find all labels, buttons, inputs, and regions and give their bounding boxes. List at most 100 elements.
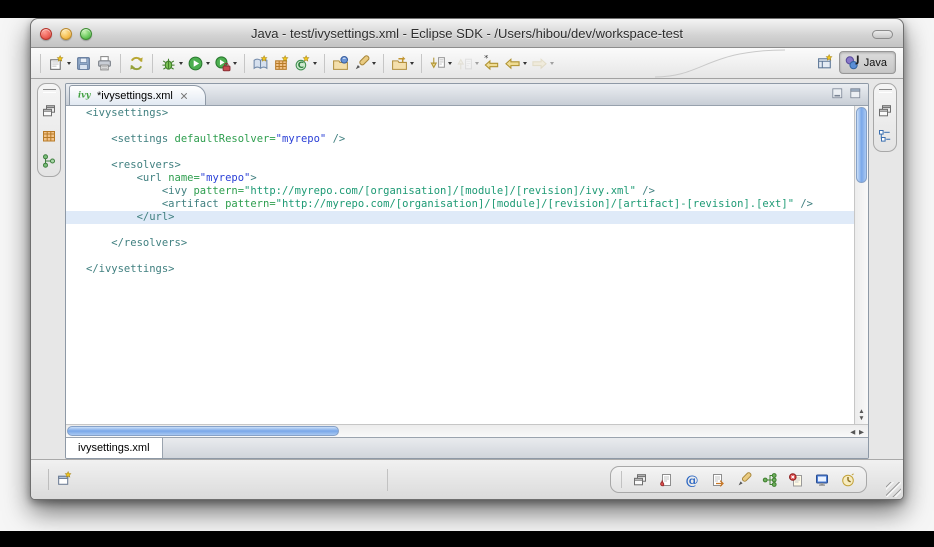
restore-windows-icon[interactable] [41,103,57,119]
svg-text:@: @ [686,473,699,488]
editor-tab[interactable]: ivy *ivysettings.xml [69,85,206,105]
fastview-drag-handle[interactable] [879,89,892,93]
dropdown-arrow-icon[interactable] [206,62,210,65]
editor-minmax-buttons [832,88,863,101]
dropdown-arrow-icon[interactable] [67,62,71,65]
dropdown-arrow-icon[interactable] [523,62,527,65]
java-perspective-button[interactable]: J Java [839,51,896,74]
vertical-scrollbar-thumb[interactable] [856,107,867,183]
status-separator [48,469,49,490]
dropdown-arrow-icon[interactable] [550,62,554,65]
open-perspective-button[interactable] [817,54,834,71]
new-java-project-button[interactable] [250,53,271,74]
desktop-bottom-band [0,531,934,547]
import-button[interactable] [389,53,416,74]
new-java-class-button[interactable]: C [292,53,319,74]
dropdown-arrow-icon[interactable] [410,62,414,65]
minimize-editor-button[interactable] [832,88,845,101]
synchronize-icon[interactable] [762,472,778,488]
dropdown-arrow-icon[interactable] [475,62,479,65]
title-bar[interactable]: Java - test/ivysettings.xml - Eclipse SD… [31,19,903,48]
grid-view-icon[interactable] [41,128,57,144]
error-log-icon[interactable] [788,472,804,488]
forward-button[interactable] [529,53,556,74]
main-toolbar: C* J Java [31,48,903,79]
print-button[interactable] [94,53,115,74]
dropdown-arrow-icon[interactable] [313,62,317,65]
svg-text:ivy: ivy [78,90,92,100]
minimize-window-button[interactable] [60,28,72,40]
close-window-button[interactable] [40,28,52,40]
right-fastview-tray [873,83,897,152]
code-line [66,250,854,263]
outline-view-icon[interactable] [877,128,893,144]
perspective-switcher: J Java [817,51,896,74]
zoom-window-button[interactable] [80,28,92,40]
vertical-scrollbar-arrows[interactable]: ▲▼ [855,409,868,422]
dropdown-arrow-icon[interactable] [372,62,376,65]
code-line: <resolvers> [66,159,854,172]
editor-tab-bar: ivy *ivysettings.xml [66,84,868,106]
problems-icon[interactable] [658,472,674,488]
status-bar: @ [31,459,903,499]
toolbar-separator [120,54,121,73]
declaration-icon[interactable] [710,472,726,488]
save-button[interactable] [73,53,94,74]
toolbar-toggle-capsule[interactable] [872,30,893,39]
run-button[interactable] [185,53,212,74]
horizontal-scrollbar-arrows[interactable]: ◀ ▶ [850,428,865,436]
right-fastview-bar [872,83,898,459]
search-icon[interactable] [736,472,752,488]
new-java-package-button[interactable] [271,53,292,74]
toolbar-separator [244,54,245,73]
toolbar-separator [152,54,153,73]
status-separator [387,469,388,491]
horizontal-scrollbar-thumb[interactable] [67,426,339,436]
xml-source-editor[interactable]: <ivysettings> <settings defaultResolver=… [66,106,854,424]
page-tab-label: ivysettings.xml [78,442,150,454]
dropdown-arrow-icon[interactable] [179,62,183,65]
maximize-editor-button[interactable] [850,88,863,101]
back-button[interactable] [502,53,529,74]
open-type-button[interactable] [330,53,351,74]
dropdown-arrow-icon[interactable] [233,62,237,65]
toolbar-separator [383,54,384,73]
workbench-area: ivy *ivysettings.xml <ivysettings> <sett… [31,79,903,459]
hierarchy-view-icon[interactable] [41,153,57,169]
editor-page-tabs: ivysettings.xml [66,437,868,458]
horizontal-scrollbar[interactable]: ◀ ▶ [66,424,868,437]
java-perspective-icon: J [844,54,861,71]
fastview-drag-handle[interactable] [43,89,56,93]
next-annotation-button[interactable] [427,53,454,74]
previous-annotation-button[interactable] [454,53,481,74]
code-line: <settings defaultResolver="myrepo" /> [66,133,854,146]
tray-separator [621,471,622,488]
minimized-views-tray: @ [610,466,867,493]
console-icon[interactable] [814,472,830,488]
restore-windows-icon[interactable] [877,103,893,119]
progress-icon[interactable] [840,472,856,488]
code-line [66,146,854,159]
eclipse-window: Java - test/ivysettings.xml - Eclipse SD… [30,18,904,500]
external-tools-button[interactable] [212,53,239,74]
left-fastview-tray [37,83,61,177]
new-wizard-button[interactable] [46,53,73,74]
debug-button[interactable] [158,53,185,74]
traffic-lights [40,28,92,40]
restore-windows-icon[interactable] [632,472,648,488]
page-tab-source[interactable]: ivysettings.xml [66,438,163,458]
toolbar-separator [421,54,422,73]
close-tab-icon[interactable] [179,91,189,101]
search-button[interactable] [351,53,378,74]
javadoc-icon[interactable]: @ [684,472,700,488]
left-fastview-bar [36,83,62,459]
resize-grip[interactable] [886,482,901,497]
desktop-top-band [0,0,934,18]
show-fastview-button[interactable] [56,471,73,488]
last-edit-location-button[interactable]: * [481,53,502,74]
vertical-scrollbar[interactable]: ▲▼ [854,106,868,424]
toolbar-groups: C* [35,53,556,74]
editor-tab-label: *ivysettings.xml [97,90,173,102]
dropdown-arrow-icon[interactable] [448,62,452,65]
refresh-button[interactable] [126,53,147,74]
